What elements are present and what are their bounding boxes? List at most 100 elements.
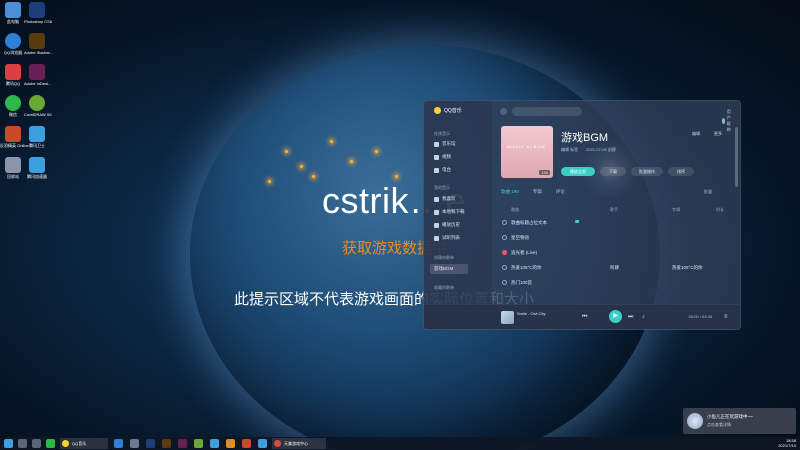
sidebar-item-music-hall[interactable]: 音乐馆 xyxy=(434,141,456,147)
playlist-icon[interactable]: ≡ xyxy=(724,313,728,321)
table-row[interactable]: 歌曲标题占位文本 xyxy=(502,217,730,228)
sidebar-section-created: 创建的歌单 xyxy=(434,255,454,260)
table-row[interactable]: 热爱105°C的你 阿肆 热爱105°C的你 xyxy=(502,262,730,273)
folder-taskbar-icon[interactable] xyxy=(226,439,235,448)
select-checkbox[interactable] xyxy=(502,235,507,240)
explorer-taskbar-icon[interactable] xyxy=(130,439,139,448)
desktop-icon-accelerator[interactable]: 腾讯加速器 xyxy=(24,157,50,179)
list-icon xyxy=(434,235,439,241)
edit-button[interactable]: 编辑 xyxy=(692,131,700,137)
security-taskbar-icon[interactable] xyxy=(210,439,219,448)
city-light xyxy=(395,175,398,178)
cs-taskbar-icon[interactable] xyxy=(242,439,251,448)
prev-track-icon[interactable]: ⏮ xyxy=(582,313,587,321)
back-button[interactable] xyxy=(500,108,507,115)
taskbar-app-game-center[interactable]: 天美游戏中心 xyxy=(272,438,326,449)
sidebar-section-mine: 我的音乐 xyxy=(434,185,450,190)
scrollbar[interactable] xyxy=(735,127,738,187)
sidebar-item-game-bgm[interactable]: 游戏BGM xyxy=(430,264,468,274)
desktop-icon-coreldraw[interactable]: CorelDRAW X6 xyxy=(24,95,52,117)
illustrator-taskbar-icon[interactable] xyxy=(162,439,171,448)
desktop-icon-illustrator[interactable]: Adobe Illustrat... xyxy=(24,33,53,55)
qqmusic-topbar: 用户昵称 ⚙ ▭ – □ × xyxy=(500,107,734,132)
column-duration: 时长 xyxy=(716,207,724,212)
city-light xyxy=(350,160,353,163)
browser-taskbar-icon[interactable] xyxy=(114,439,123,448)
city-light xyxy=(285,150,288,153)
download-icon xyxy=(434,209,439,215)
taskbar: QQ音乐 天美游戏中心 18:58 2021/7/15 xyxy=(0,437,800,450)
sidebar-item-trial[interactable]: 试听列表 xyxy=(434,235,460,241)
playlist-meta: 编辑 标签 2021-07-08 创建 xyxy=(561,147,616,152)
tab-albums[interactable]: 专辑 xyxy=(533,189,542,195)
sidebar-item-favorites[interactable]: 我喜欢 xyxy=(434,196,456,202)
system-clock[interactable]: 18:58 2021/7/15 xyxy=(778,438,796,448)
city-light xyxy=(375,150,378,153)
avatar xyxy=(722,118,725,124)
select-checkbox[interactable] xyxy=(502,280,507,285)
batch-link[interactable]: 批量 xyxy=(704,189,712,195)
desktop-icon-qq[interactable]: 腾讯QQ xyxy=(0,64,26,86)
desktop-icon-cs-online[interactable]: 反恐精英 Online xyxy=(0,126,29,148)
select-checkbox[interactable] xyxy=(502,265,507,270)
game-notification-toast[interactable]: 小鱼儿正在玩游戏中~~ 点击查看详情 xyxy=(683,408,796,434)
qqmusic-logo-icon xyxy=(434,107,441,114)
taskbar-app-qqmusic[interactable]: QQ音乐 xyxy=(60,438,108,449)
desktop-icon-security[interactable]: 腾讯卫士 xyxy=(24,126,50,148)
desktop-icon-this-pc[interactable]: 此电脑 xyxy=(0,2,26,24)
qqmusic-logo: QQ音乐 xyxy=(434,107,462,114)
volume-icon[interactable]: ♪ xyxy=(642,313,645,321)
tab-songs[interactable]: 歌曲 190 xyxy=(501,189,519,195)
sidebar-section-online: 在线音乐 xyxy=(434,131,450,136)
desktop-icon-indesign[interactable]: Adobe InDesi... xyxy=(24,64,51,86)
notification-avatar xyxy=(687,413,703,429)
download-button[interactable]: 下载 xyxy=(600,167,626,176)
sidebar-item-local[interactable]: 本地和下载 xyxy=(434,209,465,215)
task-view-icon[interactable] xyxy=(32,439,41,448)
accelerator-taskbar-icon[interactable] xyxy=(258,439,267,448)
more-button[interactable]: 更多 xyxy=(714,131,722,137)
playback-time: 00:00 / 03:35 xyxy=(688,314,712,319)
photoshop-taskbar-icon[interactable] xyxy=(146,439,155,448)
table-row[interactable]: 星空物语 xyxy=(502,232,730,243)
coreldraw-taskbar-icon[interactable] xyxy=(194,439,203,448)
notification-title: 小鱼儿正在玩游戏中~~ xyxy=(707,414,753,419)
video-icon xyxy=(434,154,439,160)
wechat-taskbar-icon[interactable] xyxy=(46,439,55,448)
play-button[interactable]: ▶ xyxy=(609,310,622,323)
sidebar-item-video[interactable]: 视频 xyxy=(434,154,451,160)
radio-icon xyxy=(434,167,439,173)
vip-badge xyxy=(575,220,579,223)
search-input[interactable] xyxy=(512,107,582,116)
batch-button[interactable]: 批量操作 xyxy=(631,167,663,176)
liked-heart-icon[interactable] xyxy=(502,250,507,255)
clock-icon xyxy=(434,222,439,228)
now-playing-cover[interactable] xyxy=(501,311,514,324)
sidebar-item-history[interactable]: 播放历史 xyxy=(434,222,460,228)
next-track-icon[interactable]: ⏭ xyxy=(628,313,633,321)
search-icon[interactable] xyxy=(18,439,27,448)
select-checkbox[interactable] xyxy=(502,220,507,225)
desktop-icon-recycle-bin[interactable]: 回收站 xyxy=(0,157,26,179)
city-light xyxy=(330,140,333,143)
table-row[interactable]: 热门100首 xyxy=(502,277,730,288)
tab-comments[interactable]: 评论 xyxy=(556,189,565,195)
desktop-icon-qq-browser[interactable]: QQ浏览器 xyxy=(0,33,26,55)
user-profile[interactable]: 用户昵称 xyxy=(722,109,734,133)
playlist-cover: MUSIC ALBUM 190 xyxy=(501,126,553,178)
column-song: 歌曲 xyxy=(511,207,519,212)
playlist-title: 游戏BGM xyxy=(561,132,609,144)
indesign-taskbar-icon[interactable] xyxy=(178,439,187,448)
playlist-tabs: 歌曲 190 专辑 评论 xyxy=(501,189,565,195)
sidebar-item-radio[interactable]: 电台 xyxy=(434,167,451,173)
sort-button[interactable]: 排序 xyxy=(668,167,694,176)
desktop-icon-wechat[interactable]: 微信 xyxy=(0,95,26,117)
play-all-button[interactable]: 播放全部 xyxy=(561,167,595,176)
column-artist: 歌手 xyxy=(610,207,618,212)
now-playing-title: Smile - Owl City xyxy=(517,311,546,316)
music-hall-icon xyxy=(434,141,439,147)
column-album: 专辑 xyxy=(672,207,680,212)
desktop-icon-photoshop[interactable]: Photoshop CS6 xyxy=(24,2,52,24)
table-row[interactable]: 追光者 (Live) xyxy=(502,247,730,258)
start-icon[interactable] xyxy=(4,439,13,448)
